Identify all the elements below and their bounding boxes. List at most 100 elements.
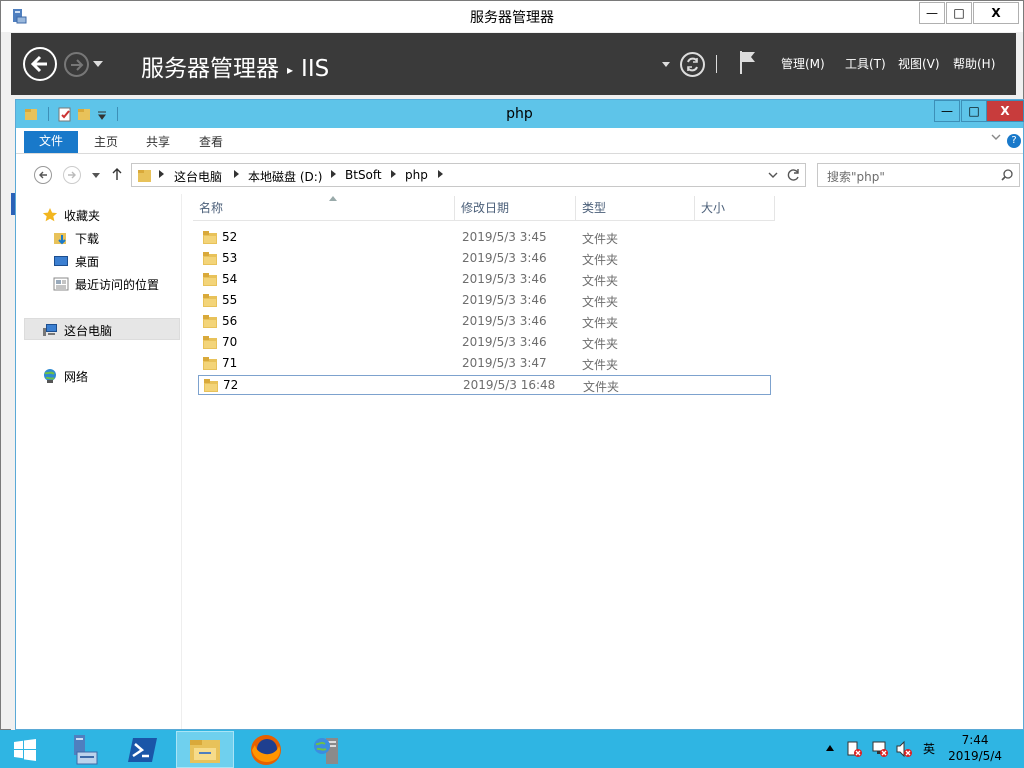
address-history-icon[interactable] [768, 172, 778, 179]
nav-this-pc[interactable]: 这台电脑 [42, 319, 112, 341]
file-name: 52 [222, 230, 238, 244]
address-refresh-icon[interactable] [787, 168, 801, 182]
file-row[interactable]: 52 2019/5/3 3:45 文件夹 [198, 228, 771, 248]
file-name: 72 [223, 378, 239, 392]
file-type: 文件夹 [582, 295, 619, 309]
ex-back-button[interactable] [34, 166, 52, 184]
expand-ribbon-icon[interactable] [991, 133, 1001, 141]
breadcrumb-current[interactable]: IIS [301, 56, 329, 82]
file-row[interactable]: 53 2019/5/3 3:46 文件夹 [198, 249, 771, 269]
recent-locations-icon[interactable] [92, 173, 100, 178]
up-arrow-icon[interactable] [112, 167, 122, 181]
file-type: 文件夹 [582, 358, 619, 372]
ime-indicator[interactable]: 英 [923, 740, 935, 757]
address-this-pc[interactable]: 这台电脑 [174, 168, 222, 185]
back-button[interactable] [23, 47, 57, 81]
file-row[interactable]: 56 2019/5/3 3:46 文件夹 [198, 312, 771, 332]
address-separator[interactable] [331, 170, 336, 178]
sm-maximize-button[interactable]: □ [946, 2, 972, 24]
server-manager-titlebar[interactable]: 服务器管理器 — □ X [1, 1, 1023, 32]
menu-manage[interactable]: 管理(M) [781, 55, 825, 72]
server-manager-icon [74, 734, 98, 764]
taskbar-server-manager[interactable] [53, 731, 109, 768]
iis-manager-icon [314, 737, 338, 764]
breadcrumb-dropdown-icon[interactable] [662, 62, 670, 67]
ex-close-button[interactable]: X [986, 100, 1024, 122]
network-status-icon[interactable] [871, 740, 889, 758]
breadcrumb-root[interactable]: 服务器管理器 [141, 56, 279, 82]
file-type: 文件夹 [582, 253, 619, 267]
nav-favorites[interactable]: 收藏夹 [42, 204, 100, 226]
file-name: 54 [222, 272, 238, 286]
ex-back-arrow-icon [39, 171, 47, 179]
column-name[interactable]: 名称 [193, 196, 455, 221]
tab-view[interactable]: 查看 [193, 132, 229, 154]
taskbar-iis-manager[interactable] [300, 731, 356, 768]
ex-forward-button[interactable] [63, 166, 81, 184]
menu-tools[interactable]: 工具(T) [845, 55, 886, 72]
explorer-titlebar[interactable]: php — □ X [16, 100, 1024, 128]
tab-file[interactable]: 文件 [24, 131, 78, 153]
address-bar[interactable]: 这台电脑 本地磁盘 (D:) BtSoft php [131, 163, 806, 187]
nav-desktop-label: 桌面 [75, 254, 100, 269]
start-button[interactable] [0, 731, 50, 768]
forward-button[interactable] [64, 52, 89, 77]
column-size[interactable]: 大小 [695, 196, 775, 221]
menu-view[interactable]: 视图(V) [898, 55, 940, 72]
show-hidden-icons[interactable] [826, 745, 834, 751]
file-type: 文件夹 [582, 232, 619, 246]
file-type: 文件夹 [582, 274, 619, 288]
file-row[interactable]: 70 2019/5/3 3:46 文件夹 [198, 333, 771, 353]
refresh-icon [687, 57, 698, 72]
sort-ascending-icon [329, 196, 337, 201]
search-placeholder: 搜索"php" [827, 170, 885, 184]
taskbar-firefox[interactable] [238, 731, 294, 768]
file-name: 70 [222, 335, 238, 349]
folder-icon [204, 379, 218, 392]
nav-recent-places[interactable]: 最近访问的位置 [53, 273, 159, 295]
file-row[interactable]: 54 2019/5/3 3:46 文件夹 [198, 270, 771, 290]
history-dropdown-icon[interactable] [93, 61, 103, 67]
search-box[interactable]: 搜索"php" [817, 163, 1020, 187]
ex-minimize-button[interactable]: — [934, 100, 960, 122]
nav-network[interactable]: 网络 [42, 365, 88, 387]
tab-share[interactable]: 共享 [140, 132, 176, 154]
nav-desktop[interactable]: 桌面 [53, 250, 99, 272]
help-icon[interactable]: ? [1007, 134, 1021, 148]
file-row[interactable]: 55 2019/5/3 3:46 文件夹 [198, 291, 771, 311]
refresh-button[interactable] [680, 52, 705, 77]
menu-help[interactable]: 帮助(H) [953, 55, 995, 72]
file-row[interactable]: 72 2019/5/3 16:48 文件夹 [198, 375, 771, 395]
taskbar-file-explorer[interactable] [176, 731, 234, 768]
sm-minimize-button[interactable]: — [919, 2, 945, 24]
address-btsoft[interactable]: BtSoft [345, 168, 382, 182]
address-separator[interactable] [438, 170, 443, 178]
file-date-modified: 2019/5/3 3:46 [462, 314, 547, 328]
file-row[interactable]: 71 2019/5/3 3:47 文件夹 [198, 354, 771, 374]
star-icon [42, 208, 58, 222]
notifications-flag-icon[interactable] [738, 49, 758, 75]
file-date-modified: 2019/5/3 3:46 [462, 335, 547, 349]
address-separator[interactable] [234, 170, 239, 178]
file-date-modified: 2019/5/3 3:47 [462, 356, 547, 370]
taskbar-powershell[interactable] [115, 731, 171, 768]
tab-home[interactable]: 主页 [88, 132, 124, 154]
address-php[interactable]: php [405, 168, 428, 182]
sm-close-button[interactable]: X [973, 2, 1019, 24]
address-separator[interactable] [391, 170, 396, 178]
server-manager-header: 服务器管理器 ▸ IIS 管理(M) 工具(T) 视图(V) 帮助(H) [11, 33, 1016, 95]
nav-downloads[interactable]: 下载 [53, 227, 99, 249]
file-type: 文件夹 [582, 337, 619, 351]
column-type[interactable]: 类型 [576, 196, 695, 221]
ex-maximize-button[interactable]: □ [961, 100, 987, 122]
address-separator[interactable] [159, 170, 164, 178]
column-date-modified[interactable]: 修改日期 [455, 196, 576, 221]
action-center-icon[interactable] [846, 740, 864, 758]
search-icon[interactable] [1001, 169, 1013, 181]
volume-muted-icon[interactable] [895, 740, 913, 758]
file-explorer-icon [190, 739, 220, 763]
system-clock[interactable]: 7:44 2019/5/4 [948, 732, 1002, 764]
folder-icon [203, 357, 217, 370]
folder-icon [203, 315, 217, 328]
address-local-disk[interactable]: 本地磁盘 (D:) [248, 168, 322, 185]
